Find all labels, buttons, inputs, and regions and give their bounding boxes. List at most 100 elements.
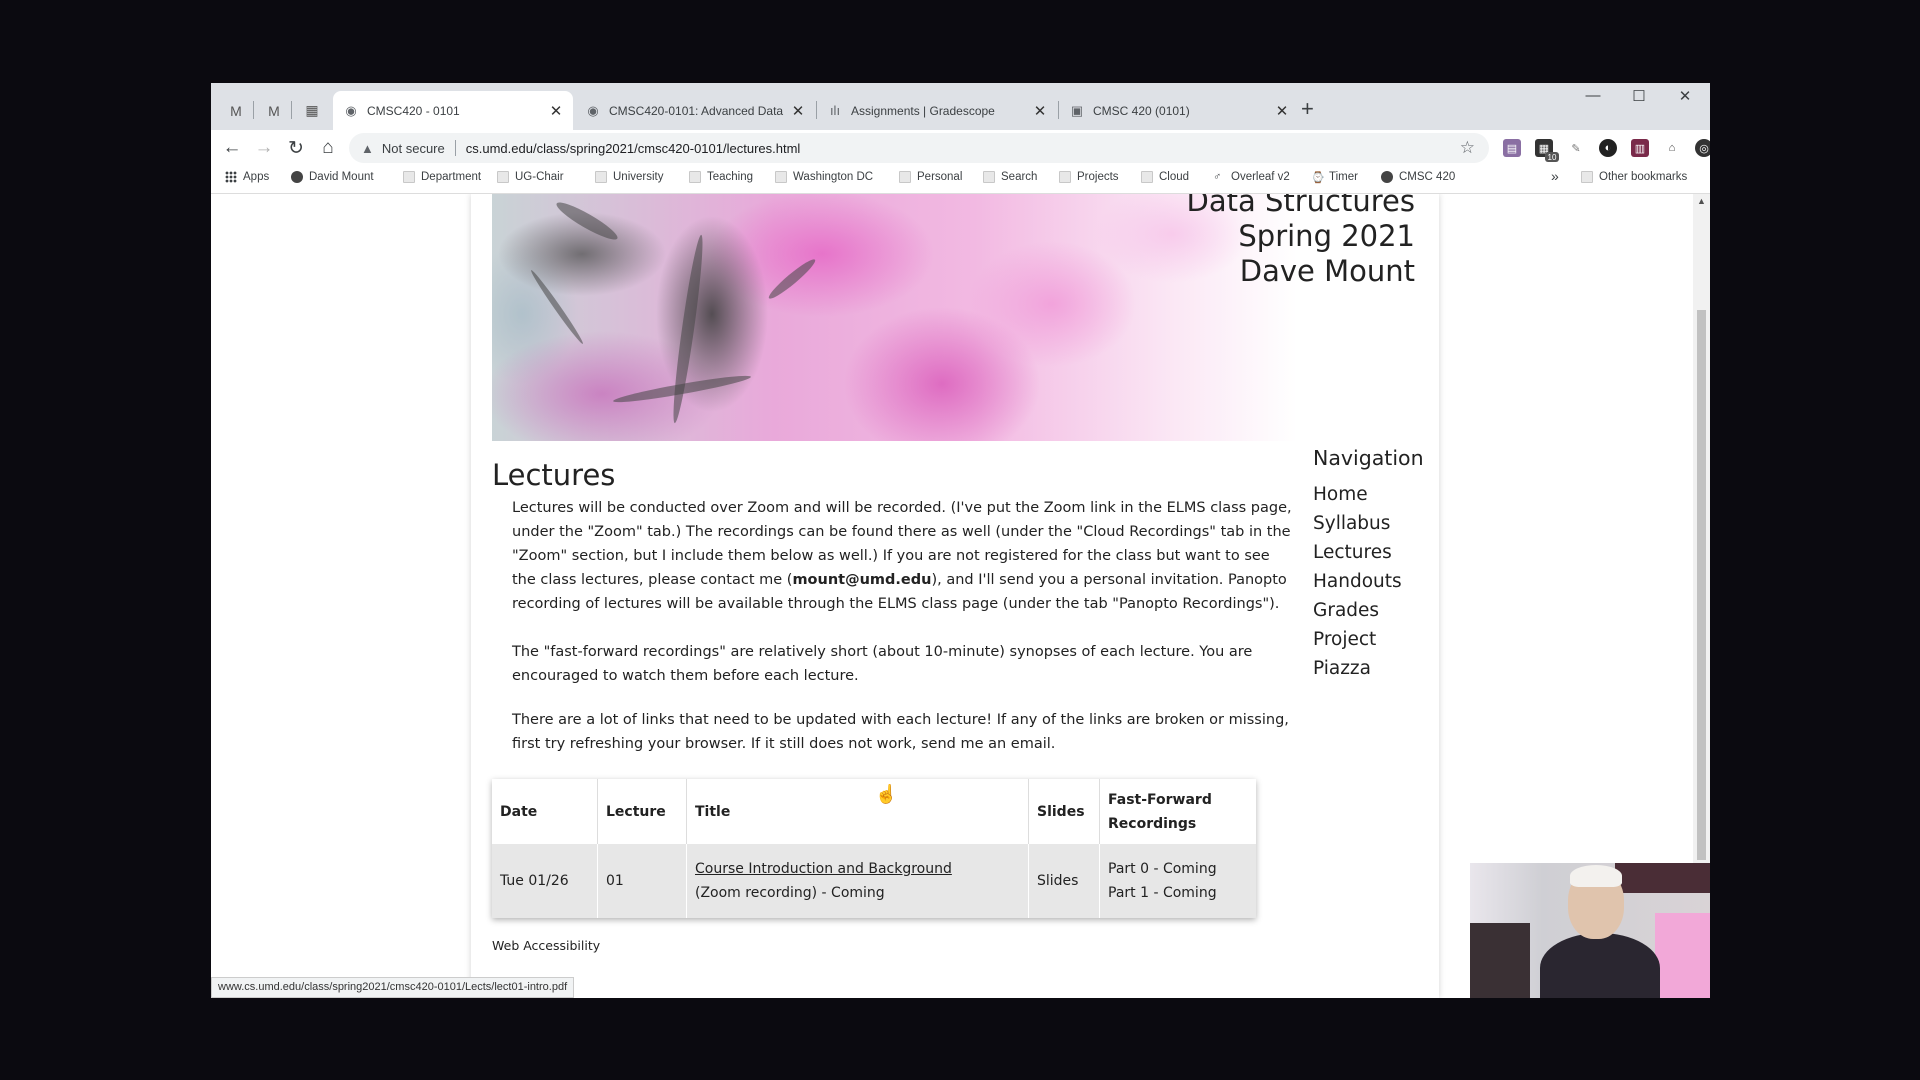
close-icon[interactable]: ✕: [789, 102, 807, 120]
bookmark-other[interactable]: Other bookmarks: [1581, 171, 1687, 183]
warning-icon: ▲: [361, 140, 374, 156]
bookmark-label: Other bookmarks: [1599, 171, 1688, 183]
banner-streak: [528, 268, 586, 346]
home-icon[interactable]: ⌂: [315, 135, 341, 161]
extension-icon[interactable]: ◐: [1599, 139, 1617, 157]
extension-icon[interactable]: ▤: [1503, 139, 1521, 157]
folder-icon: [899, 171, 911, 183]
tab-piazza[interactable]: ▣ CMSC 420 (0101) ✕: [1059, 91, 1299, 130]
cell-lecture: 01: [597, 844, 686, 918]
forward-icon[interactable]: →: [251, 135, 277, 161]
webcam-overlay: [1470, 863, 1710, 998]
nav-link-project[interactable]: Project: [1313, 629, 1376, 650]
security-label[interactable]: Not secure: [382, 141, 445, 156]
bookmark-label: CMSC 420: [1399, 171, 1456, 183]
bookmark-label: Washington DC: [793, 171, 874, 183]
slides-link[interactable]: Slides: [1028, 844, 1099, 918]
minimize-button[interactable]: —: [1570, 87, 1616, 104]
tab-title: Assignments | Gradescope: [851, 103, 995, 118]
cell-fast-forward: Part 0 - Coming Part 1 - Coming: [1099, 844, 1256, 918]
umd-globe-icon: ◉: [587, 102, 599, 118]
bookmark-search[interactable]: Search: [983, 171, 1037, 183]
links-paragraph: There are a lot of links that need to be…: [512, 712, 1289, 752]
tab-gradescope[interactable]: ılı Assignments | Gradescope ✕: [817, 91, 1057, 130]
folder-icon: [497, 171, 509, 183]
nav-link-home[interactable]: Home: [1313, 484, 1368, 505]
extension-icon[interactable]: ◎: [1695, 139, 1710, 157]
url-text[interactable]: cs.umd.edu/class/spring2021/cmsc420-0101…: [466, 141, 801, 156]
bookmark-apps[interactable]: Apps: [225, 171, 269, 183]
nav-link-piazza[interactable]: Piazza: [1313, 658, 1371, 679]
nav-link-grades[interactable]: Grades: [1313, 600, 1379, 621]
more-bookmarks-button[interactable]: »: [1551, 168, 1559, 184]
reload-icon[interactable]: ↻: [283, 135, 309, 161]
banner-image: [492, 194, 1297, 441]
bookmark-university[interactable]: University: [595, 171, 663, 183]
bookmark-timer[interactable]: ⌚ Timer: [1311, 171, 1358, 184]
intro-paragraph: Lectures will be conducted over Zoom and…: [512, 496, 1292, 616]
tab-title: CMSC420 - 0101: [367, 103, 460, 118]
webcam-background: [1655, 913, 1710, 998]
bookmarks-bar: Apps David Mount Department UG-Chair Uni…: [211, 165, 1710, 194]
table-row: Tue 01/26 01 Course Introduction and Bac…: [492, 844, 1256, 918]
new-tab-button[interactable]: +: [1301, 96, 1314, 122]
bookmark-david-mount[interactable]: David Mount: [291, 171, 374, 183]
bookmark-overleaf[interactable]: ♂ Overleaf v2: [1213, 171, 1290, 183]
browser-window: M M ▦ ◉ CMSC420 - 0101 ✕ ◉ CMSC420-0101:…: [211, 83, 1710, 998]
bookmark-label: Overleaf v2: [1231, 171, 1290, 183]
bookmark-label: Cloud: [1159, 171, 1190, 183]
page-title: Lectures: [492, 458, 616, 492]
status-bar-url: www.cs.umd.edu/class/spring2021/cmsc420-…: [211, 977, 575, 998]
nav-link-handouts[interactable]: Handouts: [1313, 571, 1402, 592]
header-title: Title: [686, 779, 1028, 844]
close-icon[interactable]: ✕: [547, 102, 565, 120]
table-header: Date Lecture Title Slides Fast-Forward R…: [492, 779, 1256, 844]
calendar-icon[interactable]: ▦: [295, 91, 329, 130]
bookmark-cmsc420[interactable]: CMSC 420: [1381, 171, 1455, 183]
tab-cmsc420-0101[interactable]: ◉ CMSC420 - 0101 ✕: [333, 91, 573, 130]
bookmark-label: UG-Chair: [515, 171, 564, 183]
omnibox-divider: [454, 140, 456, 156]
tab-title: CMSC420-0101: Advanced Data: [609, 103, 784, 118]
close-window-button[interactable]: ✕: [1662, 87, 1708, 105]
lecture-title-link[interactable]: Course Introduction and Background: [695, 857, 1020, 881]
overleaf-icon: ♂: [1213, 171, 1222, 183]
folder-icon: [403, 171, 415, 183]
gmail-icon[interactable]: M: [219, 91, 253, 130]
zoom-recording-text: (Zoom recording) - Coming: [695, 885, 885, 901]
bookmark-washington-dc[interactable]: Washington DC: [775, 171, 873, 183]
fast-forward-paragraph: The "fast-forward recordings" are relati…: [512, 644, 1253, 684]
piazza-icon: ▣: [1070, 102, 1084, 118]
gmail-icon[interactable]: M: [257, 91, 291, 130]
nav-link-syllabus[interactable]: Syllabus: [1313, 513, 1390, 534]
maximize-button[interactable]: ☐: [1616, 87, 1662, 105]
webcam-person: [1540, 933, 1660, 998]
timer-icon: ⌚: [1311, 172, 1325, 184]
tab-elms[interactable]: ◉ CMSC420-0101: Advanced Data ✕: [575, 91, 815, 130]
bookmark-cloud[interactable]: Cloud: [1141, 171, 1189, 183]
nav-link-lectures[interactable]: Lectures: [1313, 542, 1392, 563]
webcam-background: [1470, 923, 1530, 998]
bookmark-teaching[interactable]: Teaching: [689, 171, 753, 183]
banner-streak: [765, 255, 819, 303]
bookmark-department[interactable]: Department: [403, 171, 481, 183]
folder-icon: [1059, 171, 1071, 183]
folder-icon: [1141, 171, 1153, 183]
close-icon[interactable]: ✕: [1031, 102, 1049, 120]
extension-icon[interactable]: ⌂: [1663, 139, 1681, 157]
extension-icon[interactable]: ▥: [1631, 139, 1649, 157]
back-icon[interactable]: ←: [219, 135, 245, 161]
bookmark-ug-chair[interactable]: UG-Chair: [497, 171, 564, 183]
web-accessibility-link[interactable]: Web Accessibility: [492, 938, 600, 953]
header-date: Date: [500, 803, 538, 820]
star-icon[interactable]: ☆: [1460, 138, 1475, 158]
scroll-up-arrow-icon[interactable]: ▲: [1697, 196, 1706, 206]
close-icon[interactable]: ✕: [1273, 102, 1291, 120]
umd-globe-icon: ◉: [345, 102, 357, 118]
address-bar[interactable]: ▲ Not secure cs.umd.edu/class/spring2021…: [349, 133, 1489, 163]
pen-icon[interactable]: ✎: [1567, 139, 1585, 157]
scroll-thumb[interactable]: [1697, 310, 1706, 860]
bookmark-projects[interactable]: Projects: [1059, 171, 1119, 183]
bookmark-personal[interactable]: Personal: [899, 171, 962, 183]
bookmark-label: University: [613, 171, 664, 183]
